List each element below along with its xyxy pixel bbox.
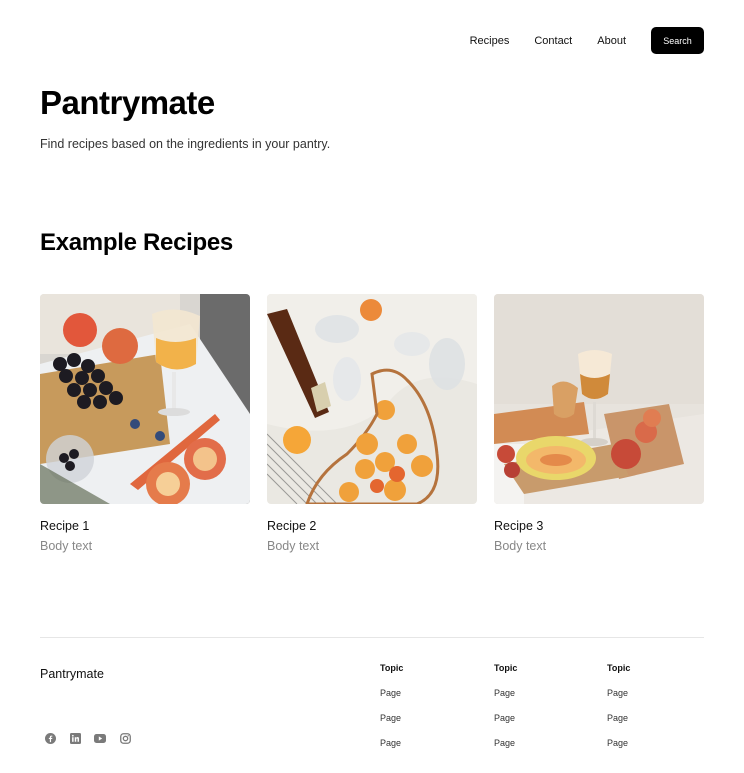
facebook-icon[interactable] <box>44 732 56 744</box>
footer-page-link[interactable]: Page <box>494 688 574 700</box>
recipe-card-body: Body text <box>494 539 547 553</box>
top-nav: Recipes Contact About Search <box>470 27 704 54</box>
footer-column-2: Topic Page Page Page <box>494 663 574 750</box>
linkedin-icon[interactable] <box>69 732 81 744</box>
footer-topic: Topic <box>607 663 631 673</box>
recipe-3-image <box>494 294 704 504</box>
footer-page-link[interactable]: Page <box>380 688 460 700</box>
nav-link-about[interactable]: About <box>597 35 626 47</box>
footer-topic: Topic <box>494 663 518 673</box>
recipe-card-3[interactable]: Recipe 3 Body text <box>494 294 704 553</box>
footer-page-link[interactable]: Page <box>380 713 460 725</box>
recipe-card-title: Recipe 3 <box>494 519 544 533</box>
recipe-card-body: Body text <box>40 539 93 553</box>
search-button[interactable]: Search <box>651 27 704 54</box>
youtube-icon[interactable] <box>94 732 106 744</box>
recipe-card-1[interactable]: Recipe 1 Body text <box>40 294 250 553</box>
recipe-card-2[interactable]: Recipe 2 Body text <box>267 294 477 553</box>
recipe-2-image <box>267 294 477 504</box>
recipe-card-grid: Recipe 1 Body text Recipe 2 Body text Re… <box>40 294 704 553</box>
footer-divider <box>40 637 704 638</box>
footer-page-link[interactable]: Page <box>607 713 687 725</box>
recipe-1-image <box>40 294 250 504</box>
footer-page-link[interactable]: Page <box>494 713 574 725</box>
footer-page-link[interactable]: Page <box>380 738 460 750</box>
footer-page-link[interactable]: Page <box>607 688 687 700</box>
footer-column-1: Topic Page Page Page <box>380 663 460 750</box>
footer-topic: Topic <box>380 663 404 673</box>
nav-link-recipes[interactable]: Recipes <box>470 35 510 47</box>
instagram-icon[interactable] <box>119 732 131 744</box>
nav-link-contact[interactable]: Contact <box>534 35 572 47</box>
footer-column-3: Topic Page Page Page <box>607 663 687 750</box>
recipe-card-title: Recipe 1 <box>40 519 90 533</box>
social-links <box>44 732 144 744</box>
section-title: Example Recipes <box>40 229 233 256</box>
page-subtitle: Find recipes based on the ingredients in… <box>40 137 331 151</box>
footer-page-link[interactable]: Page <box>494 738 574 750</box>
footer-page-link[interactable]: Page <box>607 738 687 750</box>
recipe-card-body: Body text <box>267 539 320 553</box>
recipe-card-title: Recipe 2 <box>267 519 317 533</box>
footer-brand: Pantrymate <box>40 667 104 681</box>
page-title: Pantrymate <box>40 84 215 121</box>
